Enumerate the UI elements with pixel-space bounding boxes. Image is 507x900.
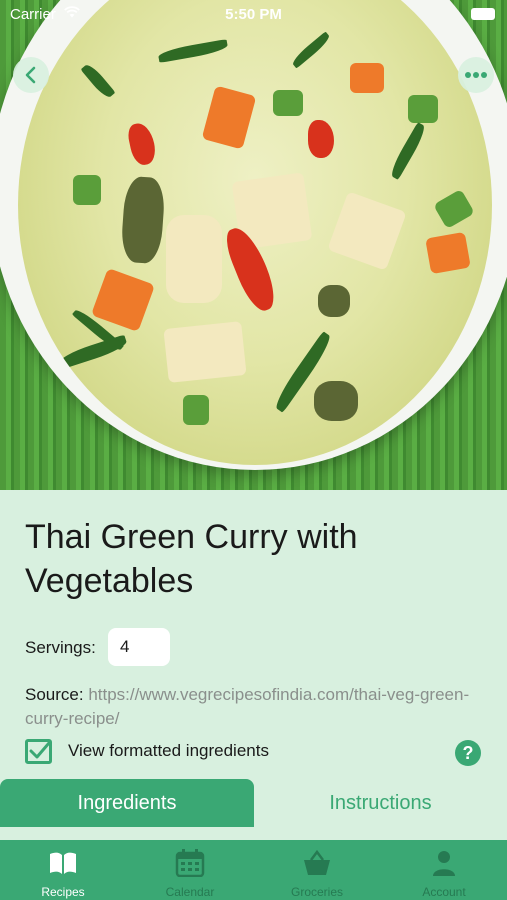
source-link[interactable]: https://www.vegrecipesofindia.com/thai-v… <box>25 685 469 728</box>
tabbar-label-groceries: Groceries <box>290 885 343 899</box>
tab-instructions[interactable]: Instructions <box>254 779 507 827</box>
tabbar-item-account[interactable]: Account <box>381 840 507 900</box>
formatted-ingredients-label[interactable]: View formatted ingredients <box>68 741 269 761</box>
back-button[interactable] <box>13 57 49 93</box>
servings-input[interactable]: 4 <box>108 628 170 666</box>
tabbar-item-groceries[interactable]: Groceries <box>254 840 380 900</box>
tabbar-label-account: Account <box>422 885 466 899</box>
chevron-left-icon <box>25 66 36 84</box>
person-icon <box>433 851 455 876</box>
status-bar: Carrier 5:50 PM <box>0 0 507 28</box>
book-icon <box>50 852 76 874</box>
tabbar-item-calendar[interactable]: Calendar <box>127 840 253 900</box>
clock: 5:50 PM <box>225 6 282 23</box>
tabbar-label-recipes: Recipes <box>41 885 85 899</box>
help-icon[interactable]: ? <box>455 740 481 766</box>
servings-label: Servings: <box>25 638 96 657</box>
tabbar-label-calendar: Calendar <box>165 885 215 899</box>
battery-icon <box>471 8 495 20</box>
recipe-title: Thai Green Curry with Vegetables <box>25 518 358 600</box>
formatted-ingredients-checkbox[interactable] <box>25 739 52 764</box>
recipe-tabs: Ingredients Instructions <box>0 779 507 827</box>
recipe-details: Thai Green Curry with Vegetables Serving… <box>0 490 507 840</box>
source-line: Source: https://www.vegrecipesofindia.co… <box>25 683 495 731</box>
ellipsis-icon <box>465 72 487 78</box>
calendar-icon <box>175 849 205 877</box>
tabbar-item-recipes[interactable]: Recipes <box>0 840 126 900</box>
more-options-button[interactable] <box>458 57 494 93</box>
source-label: Source: <box>25 685 84 704</box>
basket-icon <box>304 849 330 875</box>
checkmark-icon <box>29 741 50 759</box>
bottom-tab-bar: Recipes Calendar Groceries Account <box>0 840 507 900</box>
recipe-photo <box>0 0 507 490</box>
tab-ingredients[interactable]: Ingredients <box>0 779 254 827</box>
